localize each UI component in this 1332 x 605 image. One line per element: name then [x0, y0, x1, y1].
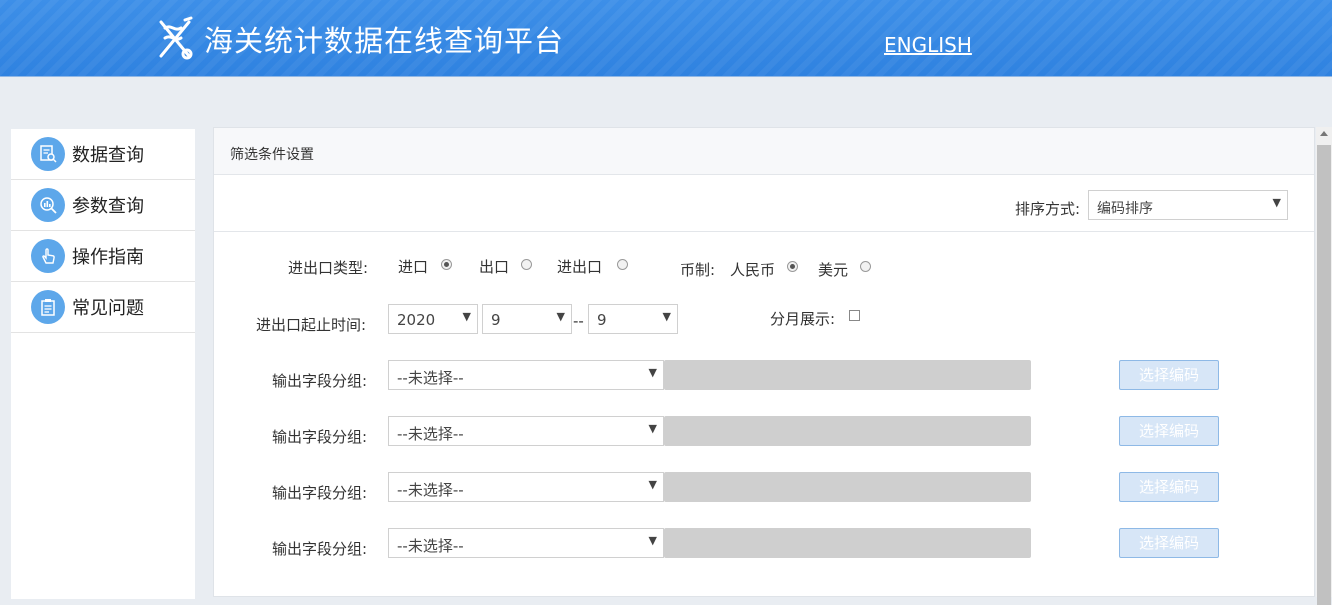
currency-label: 币制:: [680, 261, 716, 279]
time-separator: --: [573, 312, 584, 330]
start-month-select[interactable]: 9 ▼: [482, 304, 572, 334]
sidebar-item-label: 操作指南: [72, 247, 144, 268]
currency-usd-label: 美元: [818, 261, 849, 279]
trade-type-export-label: 出口: [479, 258, 510, 276]
param-chart-icon: [31, 188, 65, 222]
trade-type-import-radio[interactable]: [441, 259, 452, 270]
trade-type-export-radio[interactable]: [521, 259, 532, 270]
site-header: 海关统计数据在线查询平台 ENGLISH: [0, 0, 1332, 77]
currency-cny-radio[interactable]: [787, 261, 798, 272]
end-month-select[interactable]: 9 ▼: [588, 304, 678, 334]
year-select[interactable]: 2020 ▼: [388, 304, 478, 334]
end-month-value: 9: [597, 311, 607, 329]
field-group-select[interactable]: --未选择-- ▼: [388, 528, 664, 558]
sidebar-item-label: 数据查询: [72, 145, 144, 166]
field-group-value: --未选择--: [397, 481, 464, 499]
field-group-label: 输出字段分组:: [272, 540, 368, 558]
select-code-button[interactable]: 选择编码: [1119, 472, 1219, 502]
select-code-button[interactable]: 选择编码: [1119, 360, 1219, 390]
sidebar-item-label: 参数查询: [72, 196, 144, 217]
trade-type-import-label: 进口: [398, 258, 429, 276]
trade-type-both-radio[interactable]: [617, 259, 628, 270]
scroll-up-arrow-icon[interactable]: [1320, 131, 1328, 136]
select-code-button[interactable]: 选择编码: [1119, 528, 1219, 558]
time-range-label: 进出口起止时间:: [256, 316, 367, 334]
panel-header: 筛选条件设置: [214, 128, 1314, 175]
english-link[interactable]: ENGLISH: [884, 33, 972, 57]
field-group-label: 输出字段分组:: [272, 372, 368, 390]
currency-usd-radio[interactable]: [860, 261, 871, 272]
field-group-label: 输出字段分组:: [272, 484, 368, 502]
chevron-down-icon: ▼: [1272, 196, 1281, 209]
page-scrollbar[interactable]: [1316, 127, 1332, 605]
chevron-down-icon: ▼: [648, 478, 657, 491]
sidebar-item-param-query[interactable]: 参数查询: [11, 180, 195, 231]
chevron-down-icon: ▼: [662, 310, 671, 323]
scrollbar-thumb[interactable]: [1317, 145, 1331, 605]
sidebar-item-label: 常见问题: [72, 298, 144, 319]
chevron-down-icon: ▼: [556, 310, 565, 323]
caduceus-key-icon: [159, 16, 193, 60]
sort-label: 排序方式:: [1015, 200, 1081, 218]
code-display-box: [664, 528, 1031, 558]
sidebar-item-guide[interactable]: 操作指南: [11, 231, 195, 282]
monthly-display-checkbox[interactable]: [849, 310, 860, 321]
monthly-display-label: 分月展示:: [770, 310, 836, 328]
field-group-select[interactable]: --未选择-- ▼: [388, 472, 664, 502]
field-group-select[interactable]: --未选择-- ▼: [388, 416, 664, 446]
chevron-down-icon: ▼: [462, 310, 471, 323]
code-display-box: [664, 360, 1031, 390]
select-code-button[interactable]: 选择编码: [1119, 416, 1219, 446]
year-value: 2020: [397, 311, 436, 329]
site-title: 海关统计数据在线查询平台: [204, 24, 565, 58]
field-group-value: --未选择--: [397, 537, 464, 555]
chevron-down-icon: ▼: [648, 534, 657, 547]
currency-cny-label: 人民币: [730, 261, 776, 279]
field-group-select[interactable]: --未选择-- ▼: [388, 360, 664, 390]
code-display-box: [664, 416, 1031, 446]
divider: [214, 231, 1314, 232]
filter-panel: 筛选条件设置 排序方式: 编码排序 ▼ 进出口类型: 进口 出口 进出口 币制:…: [213, 127, 1315, 597]
trade-type-label: 进出口类型:: [288, 259, 369, 277]
chevron-down-icon: ▼: [648, 422, 657, 435]
sidebar-item-faq[interactable]: 常见问题: [11, 282, 195, 333]
sidebar: 数据查询 参数查询 操作指南 常见问题: [11, 129, 195, 599]
sort-value: 编码排序: [1097, 201, 1153, 217]
chevron-down-icon: ▼: [648, 366, 657, 379]
panel-title: 筛选条件设置: [230, 147, 314, 163]
sidebar-item-data-query[interactable]: 数据查询: [11, 129, 195, 180]
field-group-value: --未选择--: [397, 425, 464, 443]
field-group-label: 输出字段分组:: [272, 428, 368, 446]
trade-type-both-label: 进出口: [557, 258, 603, 276]
field-group-value: --未选择--: [397, 369, 464, 387]
data-query-icon: [31, 137, 65, 171]
clipboard-icon: [31, 290, 65, 324]
hand-pointer-icon: [31, 239, 65, 273]
sort-select[interactable]: 编码排序 ▼: [1088, 190, 1288, 220]
start-month-value: 9: [491, 311, 501, 329]
code-display-box: [664, 472, 1031, 502]
